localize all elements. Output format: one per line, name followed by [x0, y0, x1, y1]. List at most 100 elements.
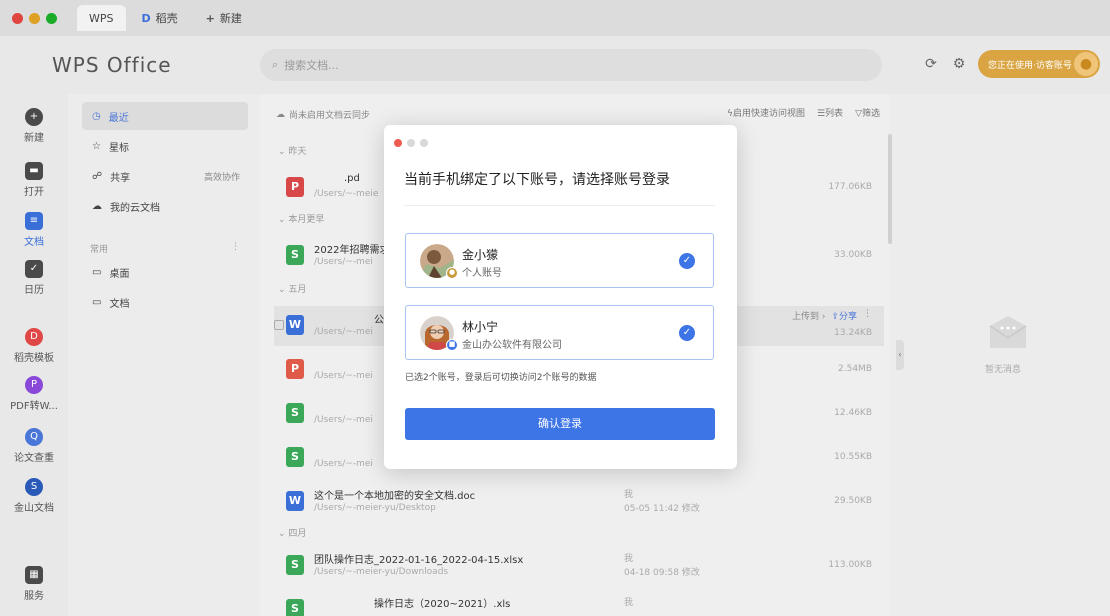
file-name: 操作日志（2020~2021）.xls	[374, 599, 511, 610]
tab-new[interactable]: + 新建	[194, 5, 254, 31]
upload-to-button[interactable]: 上传到 ›	[792, 309, 825, 322]
file-size: 13.24KB	[834, 328, 872, 338]
wps-logo: WPS Office	[52, 53, 172, 77]
dialog-window-controls	[394, 139, 428, 147]
tab-docer[interactable]: D 稻壳	[130, 5, 190, 31]
list-scrollbar[interactable]	[888, 134, 892, 244]
file-size: 2.54MB	[838, 364, 872, 374]
docer-icon: D	[141, 11, 151, 25]
share-label: 分享	[838, 312, 857, 322]
docer-icon: D	[25, 328, 43, 346]
spreadsheet-file-icon: S	[286, 599, 304, 616]
table-row[interactable]: S 操作日志（2020~2021）.xls 我	[274, 590, 884, 616]
file-size: 113.00KB	[828, 560, 872, 570]
row-actions: 上传到 › ⇪分享 ⋮	[792, 309, 872, 322]
file-size: 29.50KB	[834, 496, 872, 506]
sidebar-item-documents[interactable]: ▭ 文档	[82, 288, 248, 316]
share-icon: ☍	[92, 170, 103, 182]
sidebar-item-desktop[interactable]: ▭ 桌面	[82, 258, 248, 286]
group-may: ⌄ 五月	[278, 285, 307, 295]
sidebar: ◷ 最近 ☆ 星标 ☍ 共享 高效协作 ☁ 我的云文档 常用 ⋮ ▭ 桌面 ▭ …	[68, 94, 260, 616]
quick-access-button[interactable]: ϟ启用快速访问视图	[727, 106, 805, 119]
sync-icon[interactable]: ⟳	[922, 55, 940, 73]
group-label: 昨天	[288, 147, 307, 157]
tab-wps[interactable]: WPS	[77, 5, 126, 31]
sidebar-item-cloud-docs[interactable]: ☁ 我的云文档	[82, 192, 248, 220]
word-file-icon: W	[286, 491, 304, 511]
sidebar-item-starred[interactable]: ☆ 星标	[82, 132, 248, 160]
sidebar-item-shared[interactable]: ☍ 共享 高效协作	[82, 162, 248, 190]
share-button[interactable]: ⇪分享	[831, 309, 857, 322]
rail-label: 文档	[24, 237, 44, 248]
group-earlier-this-month: ⌄ 本月更早	[278, 215, 325, 225]
sidebar-item-label: 共享	[110, 172, 131, 184]
file-path: /Users/~-mei	[314, 415, 373, 425]
section-label: 常用	[90, 245, 109, 255]
check-icon[interactable]: ✓	[679, 253, 695, 269]
cloud-icon: ☁	[92, 200, 102, 212]
rail-item-kdocs[interactable]: S 金山文档	[0, 478, 68, 514]
sync-notice[interactable]: ☁ 尚未启用文档云同步	[276, 108, 370, 122]
table-row[interactable]: W 这个是一个本地加密的安全文档.doc /Users/~-meier-yu/D…	[274, 482, 884, 522]
rail-item-templates[interactable]: D 稻壳模板	[0, 328, 68, 364]
tab-label: 稻壳	[155, 12, 178, 25]
search-placeholder: 搜索文档...	[284, 59, 339, 72]
file-path: /Users/~-mei	[314, 459, 373, 469]
grid-icon: ▦	[25, 566, 43, 584]
left-rail: + 新建 ▬ 打开 ≡ 文档 ✓ 日历 D 稻壳模板 P PDF转W... Q …	[0, 94, 68, 616]
rail-item-plagiarism-check[interactable]: Q 论文查重	[0, 428, 68, 464]
dialog-maximize-button	[420, 139, 428, 147]
spreadsheet-file-icon: S	[286, 447, 304, 467]
account-select-dialog: 当前手机绑定了以下账号，请选择账号登录 ● 金小獴 个人账号 ✓ ■ 林小宁 金…	[384, 125, 737, 469]
close-window-button[interactable]	[12, 12, 23, 24]
check-icon[interactable]: ✓	[679, 325, 695, 341]
check-paper-icon: Q	[25, 428, 43, 446]
group-yesterday: ⌄ 昨天	[278, 147, 307, 157]
list-view-button[interactable]: ☰列表	[817, 106, 843, 119]
documents-folder-icon: ▭	[92, 296, 102, 308]
file-path: /Users/~-meie	[314, 189, 379, 199]
star-icon: ☆	[92, 140, 101, 152]
gear-icon[interactable]: ⚙	[950, 55, 968, 73]
app-header: WPS Office ⌕ 搜索文档... ⟳ ⚙ 您正在使用·访客账号 ●	[0, 36, 1110, 94]
sidebar-item-label: 桌面	[109, 268, 130, 280]
rail-item-new[interactable]: + 新建	[0, 108, 68, 144]
more-icon[interactable]: ⋮	[863, 309, 872, 322]
dialog-close-button[interactable]	[394, 139, 402, 147]
sidebar-item-label: 文档	[109, 298, 130, 310]
list-toolbar: ϟ启用快速访问视图 ☰列表 ▽筛选	[727, 106, 880, 119]
header-actions: ⟳ ⚙ 您正在使用·访客账号 ●	[922, 50, 1100, 78]
search-input[interactable]: ⌕ 搜索文档...	[260, 49, 882, 81]
rail-label: 打开	[24, 187, 44, 198]
folder-icon: ▬	[25, 162, 43, 180]
rail-item-docs[interactable]: ≡ 文档	[0, 212, 68, 248]
minimize-window-button[interactable]	[29, 12, 40, 24]
account-option-1[interactable]: ● 金小獴 个人账号 ✓	[405, 233, 714, 288]
enterprise-badge-icon: ■	[446, 339, 458, 351]
rail-item-pdf-to-word[interactable]: P PDF转W...	[0, 376, 68, 412]
rail-label: 论文查重	[14, 453, 54, 464]
rail-item-services[interactable]: ▦ 服务	[0, 566, 68, 602]
file-name: 公	[374, 315, 384, 326]
login-button[interactable]: 您正在使用·访客账号 ●	[978, 50, 1100, 78]
filter-button[interactable]: ▽筛选	[855, 106, 880, 119]
sidebar-item-recent[interactable]: ◷ 最近	[82, 102, 248, 130]
tab-label: WPS	[89, 11, 114, 25]
maximize-window-button[interactable]	[46, 12, 57, 24]
more-icon[interactable]: ⋮	[231, 242, 240, 255]
row-checkbox[interactable]	[274, 320, 284, 330]
file-size: 12.46KB	[834, 408, 872, 418]
rail-item-calendar[interactable]: ✓ 日历	[0, 260, 68, 296]
rail-item-open[interactable]: ▬ 打开	[0, 162, 68, 198]
file-path: /Users/~-mei	[314, 257, 373, 267]
account-type: 金山办公软件有限公司	[462, 340, 562, 351]
account-option-2[interactable]: ■ 林小宁 金山办公软件有限公司 ✓	[405, 305, 714, 360]
confirm-login-button[interactable]: 确认登录	[405, 408, 715, 440]
group-label: 五月	[288, 285, 307, 295]
table-row[interactable]: S 团队操作日志_2022-01-16_2022-04-15.xlsx /Use…	[274, 546, 884, 586]
rail-label: 稻壳模板	[14, 353, 54, 364]
list-icon: ☰	[816, 109, 826, 119]
collapse-panel-button[interactable]: ‹	[896, 340, 904, 370]
account-name: 林小宁	[462, 320, 499, 334]
file-path: /Users/~-mei	[314, 371, 373, 381]
